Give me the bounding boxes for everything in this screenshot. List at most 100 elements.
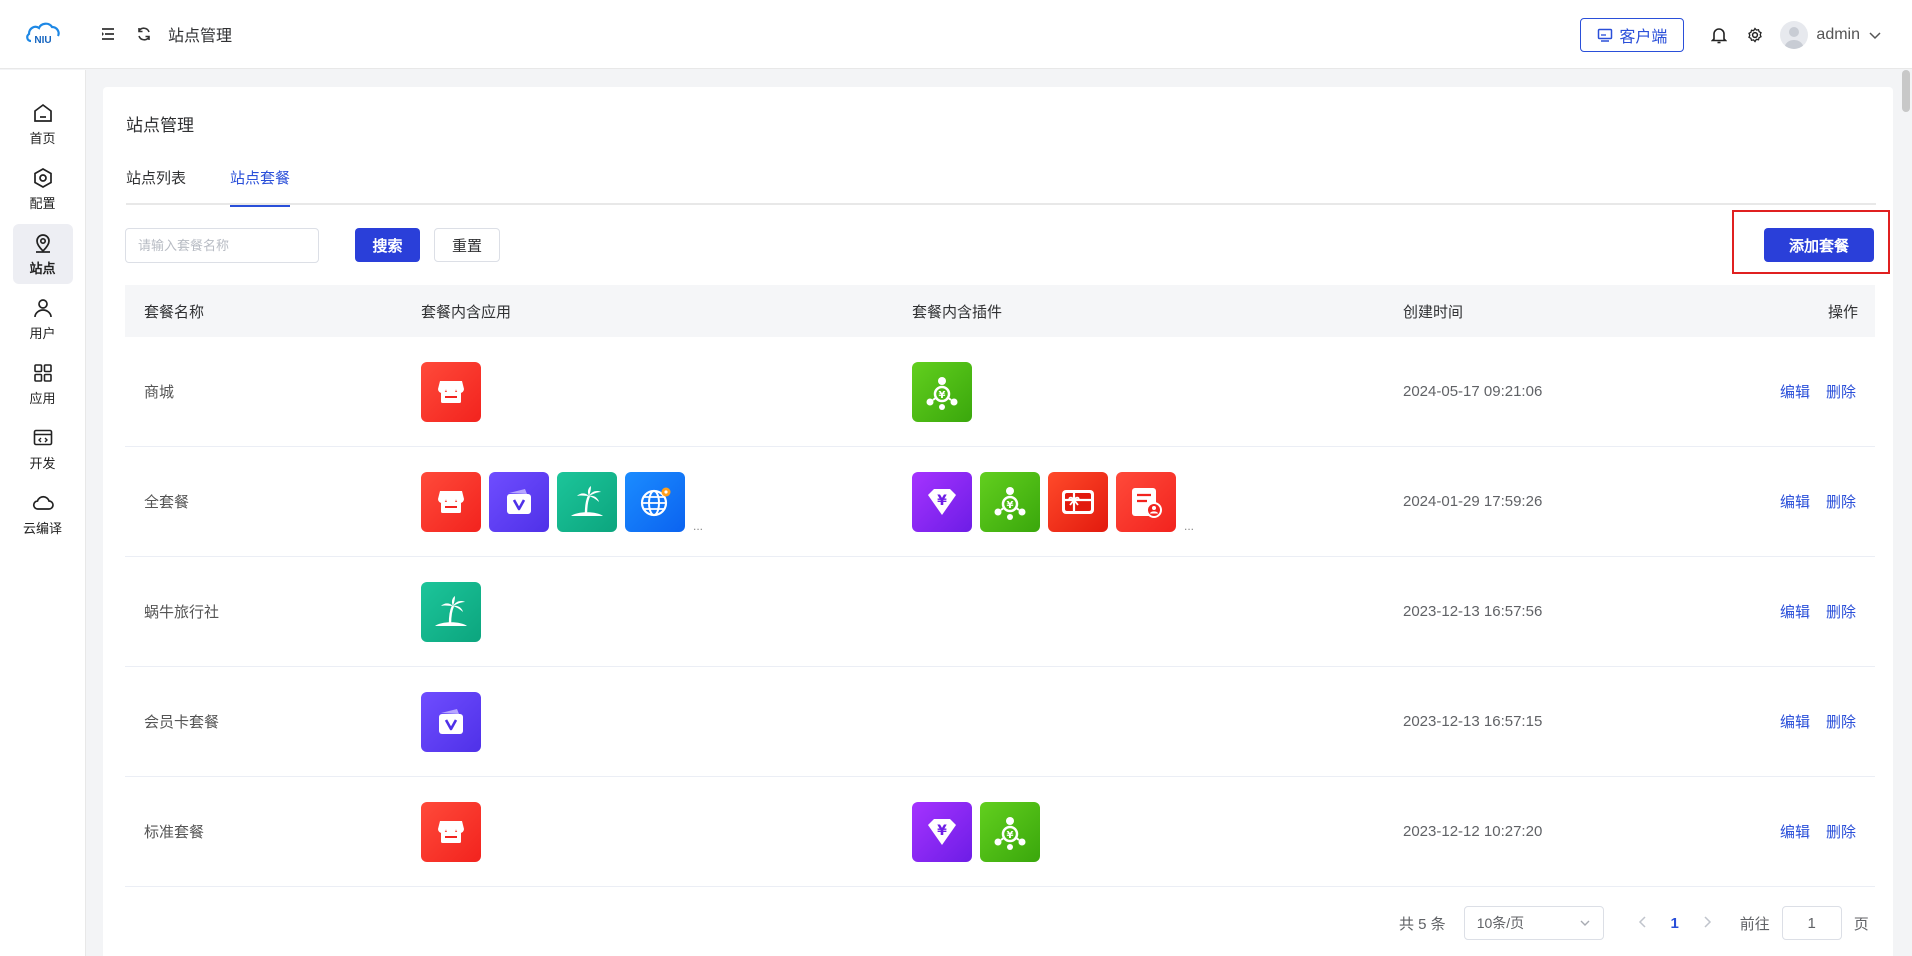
sidebar-item-apps[interactable]: 应用 (13, 354, 73, 414)
svg-text:¥: ¥ (937, 493, 947, 509)
client-button-label: 客户端 (1619, 28, 1668, 46)
vip-card-app-icon (421, 691, 481, 752)
package-name: 商城 (144, 384, 175, 401)
edit-link[interactable]: 编辑 (1780, 381, 1810, 402)
created-time: 2024-05-17 09:21:06 (1403, 383, 1543, 400)
sidebar-item-site[interactable]: 站点 (12, 224, 73, 284)
column-header-actions: 操作 (1827, 303, 1858, 321)
package-name: 蜗牛旅行社 (144, 604, 220, 621)
sidebar: 首页 配置 站点 用户 应用 开发 云编译 (0, 70, 86, 956)
column-header-name: 套餐名称 (144, 303, 205, 321)
menu-fold-icon[interactable] (90, 16, 126, 52)
delete-link[interactable]: 删除 (1826, 381, 1856, 402)
svg-text:¥: ¥ (939, 390, 946, 401)
sidebar-item-dev[interactable]: 开发 (13, 419, 73, 479)
cloud-icon (32, 495, 54, 510)
sidebar-item-cloud-build[interactable]: 云编译 (13, 484, 73, 544)
column-header-apps: 套餐内含应用 (421, 303, 512, 321)
settings-hex-icon (33, 167, 52, 188)
next-page-button[interactable] (1690, 915, 1724, 931)
add-package-button[interactable]: 添加套餐 (1764, 228, 1874, 262)
table-row: 蜗牛旅行社 2023-12-13 16:57:56 编辑 删除 (125, 557, 1875, 667)
edit-link[interactable]: 编辑 (1780, 601, 1810, 622)
package-table: 套餐名称 套餐内含应用 套餐内含插件 创建时间 操作 商城 ¥ 2024-05-… (125, 285, 1875, 887)
goto-page-input[interactable] (1781, 906, 1842, 940)
search-button[interactable]: 搜索 (355, 228, 420, 262)
user-menu[interactable]: admin (1780, 20, 1882, 49)
edit-link[interactable]: 编辑 (1780, 821, 1810, 842)
niu-logo[interactable]: NIU (0, 0, 86, 69)
column-header-created: 创建时间 (1403, 303, 1464, 321)
sidebar-item-label: 配置 (29, 195, 56, 211)
apps-grid-icon (33, 363, 52, 382)
code-window-icon (33, 429, 52, 445)
shop-app-icon (421, 801, 481, 862)
table-row: 会员卡套餐 2023-12-13 16:57:15 编辑 删除 (125, 667, 1875, 777)
package-apps (421, 581, 912, 642)
sidebar-item-label: 用户 (29, 325, 56, 341)
client-button[interactable]: 客户端 (1580, 17, 1685, 52)
goto-prefix: 前往 (1739, 915, 1770, 933)
vip-card-app-icon (489, 471, 549, 532)
delete-link[interactable]: 删除 (1826, 821, 1856, 842)
bell-icon[interactable] (1708, 17, 1730, 53)
svg-text:¥: ¥ (1007, 830, 1014, 841)
gift-card-plugin-icon (1048, 471, 1108, 532)
gear-icon[interactable] (1744, 17, 1766, 53)
tabs: 站点列表 站点套餐 (126, 167, 1876, 207)
delete-link[interactable]: 删除 (1826, 491, 1856, 512)
page-size-value: 10条/页 (1476, 915, 1525, 931)
home-icon (33, 103, 52, 122)
page-number-current[interactable]: 1 (1660, 915, 1690, 932)
sidebar-item-label: 首页 (29, 130, 56, 146)
row-actions: 编辑 删除 (1713, 821, 1875, 842)
total-count: 共 5 条 (1399, 915, 1446, 933)
package-apps (421, 361, 912, 422)
chevron-down-icon (1580, 920, 1590, 926)
package-plugins: ¥ ¥ ... (912, 471, 1403, 533)
edit-link[interactable]: 编辑 (1780, 491, 1810, 512)
sidebar-item-user[interactable]: 用户 (13, 289, 73, 349)
row-actions: 编辑 删除 (1713, 381, 1875, 402)
chevron-left-icon (1638, 916, 1646, 928)
sidebar-item-home[interactable]: 首页 (13, 94, 73, 154)
created-time: 2023-12-13 16:57:15 (1403, 713, 1543, 730)
delete-link[interactable]: 删除 (1826, 711, 1856, 732)
package-apps: ... (421, 471, 912, 533)
package-name-search-input[interactable] (125, 228, 319, 263)
reset-button[interactable]: 重置 (434, 228, 500, 262)
package-name: 会员卡套餐 (144, 714, 220, 731)
travel-app-icon (421, 581, 481, 642)
tab-site-list[interactable]: 站点列表 (126, 167, 186, 205)
prev-page-button[interactable] (1626, 915, 1660, 931)
top-header: NIU 站点管理 客户端 admin (0, 0, 1912, 69)
tab-site-package[interactable]: 站点套餐 (230, 167, 291, 207)
column-header-plugins: 套餐内含插件 (912, 303, 1003, 321)
edit-link[interactable]: 编辑 (1780, 711, 1810, 732)
sidebar-item-label: 应用 (29, 390, 56, 406)
created-time: 2023-12-13 16:57:56 (1403, 603, 1543, 620)
created-time: 2024-01-29 17:59:26 (1403, 493, 1543, 510)
avatar (1780, 20, 1809, 49)
svg-text:NIU: NIU (34, 35, 51, 46)
monitor-icon (1598, 28, 1613, 42)
table-row: 标准套餐 ¥ ¥ 2023-12-12 10:27:20 编辑 删除 (125, 777, 1875, 887)
sidebar-item-config[interactable]: 配置 (13, 159, 73, 219)
row-actions: 编辑 删除 (1713, 601, 1875, 622)
refresh-icon[interactable] (126, 16, 162, 52)
created-time: 2023-12-12 10:27:20 (1403, 823, 1543, 840)
table-header: 套餐名称 套餐内含应用 套餐内含插件 创建时间 操作 (125, 285, 1875, 337)
svg-text:¥: ¥ (1007, 500, 1014, 511)
pagination: 共 5 条 10条/页 1 前往 页 (1399, 905, 1869, 941)
page-size-select[interactable]: 10条/页 (1463, 906, 1604, 940)
package-apps (421, 801, 912, 862)
website-app-icon (625, 471, 685, 532)
page-scrollbar[interactable] (1902, 70, 1910, 112)
delete-link[interactable]: 删除 (1826, 601, 1856, 622)
distribution-plugin-icon: ¥ (980, 471, 1040, 532)
user-icon (33, 298, 52, 317)
page-title: 站点管理 (126, 116, 194, 135)
package-apps (421, 691, 912, 752)
plugins-more-indicator: ... (1184, 518, 1195, 533)
apps-more-indicator: ... (693, 518, 704, 533)
